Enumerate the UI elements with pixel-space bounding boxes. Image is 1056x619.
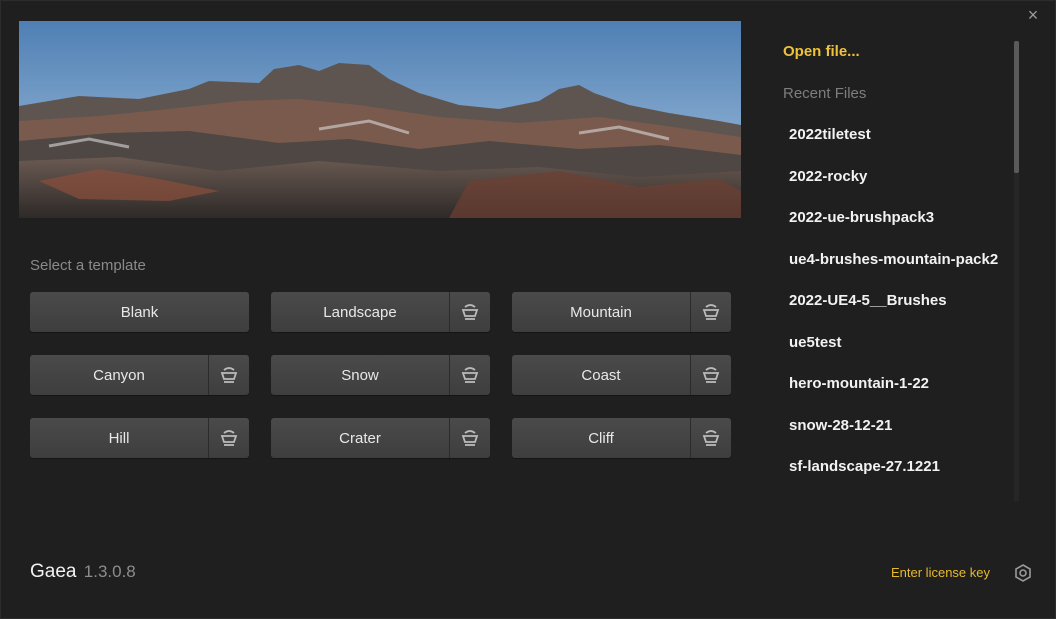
kit-bowl-icon[interactable] (449, 292, 490, 332)
template-button[interactable]: Mountain (512, 292, 690, 332)
template-coast: Coast (512, 355, 731, 395)
template-snow: Snow (271, 355, 490, 395)
template-button[interactable]: Landscape (271, 292, 449, 332)
kit-bowl-icon[interactable] (690, 418, 731, 458)
kit-bowl-icon[interactable] (449, 418, 490, 458)
recent-file-item[interactable]: 2022tiletest (789, 126, 871, 143)
recent-file-item[interactable]: snow-28-12-21 (789, 417, 892, 434)
app-name: Gaea (30, 561, 77, 582)
template-hill: Hill (30, 418, 249, 458)
recent-files-scrollbar[interactable] (1014, 41, 1019, 501)
recent-file-item[interactable]: ue5test (789, 334, 842, 351)
close-icon[interactable]: × (1023, 5, 1043, 25)
template-heading: Select a template (30, 257, 146, 274)
app-version: 1.3.0.8 (83, 562, 136, 581)
scrollbar-thumb[interactable] (1014, 41, 1019, 173)
template-button[interactable]: Cliff (512, 418, 690, 458)
recent-files-heading: Recent Files (783, 85, 867, 102)
kit-bowl-icon[interactable] (208, 355, 249, 395)
recent-file-item[interactable]: hero-mountain-1-22 (789, 375, 929, 392)
app-brand: Gaea 1.3.0.8 (30, 561, 136, 583)
recent-file-item[interactable]: 2022-UE4-5__Brushes (789, 292, 947, 309)
template-button[interactable]: Canyon (30, 355, 208, 395)
recent-file-item[interactable]: sf-landscape-27.1221 (789, 458, 940, 475)
template-mountain: Mountain (512, 292, 731, 332)
template-button[interactable]: Coast (512, 355, 690, 395)
kit-bowl-icon[interactable] (690, 292, 731, 332)
kit-bowl-icon[interactable] (449, 355, 490, 395)
template-cliff: Cliff (512, 418, 731, 458)
kit-bowl-icon[interactable] (690, 355, 731, 395)
recent-file-item[interactable]: 2022-ue-brushpack3 (789, 209, 934, 226)
template-canyon: Canyon (30, 355, 249, 395)
gear-icon[interactable] (1013, 563, 1033, 583)
template-button[interactable]: Crater (271, 418, 449, 458)
template-crater: Crater (271, 418, 490, 458)
hero-banner-image (19, 21, 741, 218)
enter-license-key-link[interactable]: Enter license key (891, 565, 990, 580)
template-button[interactable]: Blank (30, 292, 249, 332)
template-button[interactable]: Snow (271, 355, 449, 395)
open-file-link[interactable]: Open file... (783, 43, 860, 60)
template-landscape: Landscape (271, 292, 490, 332)
template-button[interactable]: Hill (30, 418, 208, 458)
recent-file-item[interactable]: 2022-rocky (789, 168, 867, 185)
template-blank: Blank (30, 292, 249, 332)
start-window: × Select a template Blank Landscape Moun… (0, 0, 1056, 619)
kit-bowl-icon[interactable] (208, 418, 249, 458)
recent-file-item[interactable]: ue4-brushes-mountain-pack2 (789, 251, 998, 268)
